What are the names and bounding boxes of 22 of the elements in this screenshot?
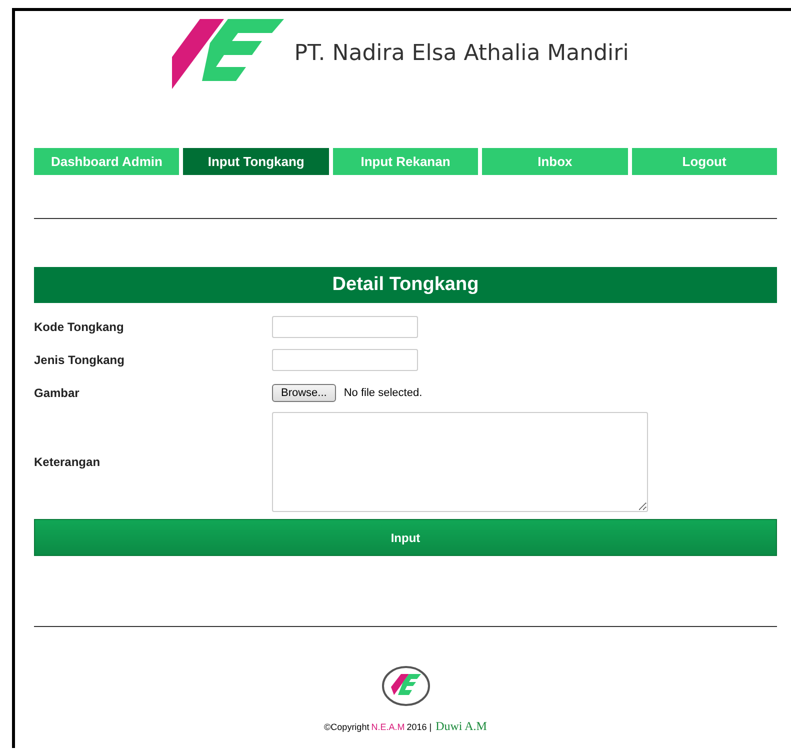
nav-tab[interactable]: Logout [632,148,778,175]
text-area[interactable] [272,412,648,512]
field-label: Kode Tongkang [34,320,125,334]
author-text: Duwi A.M [436,719,487,734]
file-status: No file selected. [344,386,422,398]
field-label: Jenis Tongkang [34,352,126,366]
browse-button[interactable]: Browse... [272,384,336,402]
copyright-text: ©Copyright [324,722,370,732]
submit-button[interactable]: Input [34,519,777,556]
brand-text: N.E.A.M [371,722,405,732]
nav-tab[interactable]: Input Tongkang [183,148,329,175]
field-label: Gambar [34,386,80,400]
section-header: Detail Tongkang [34,267,777,303]
year-text: 2016 | [406,722,432,732]
logo-icon [380,665,430,707]
nav-tab[interactable]: Dashboard Admin [34,148,180,175]
nav-tab[interactable]: Input Rekanan [332,148,478,175]
input-field[interactable] [272,316,418,338]
field-label: Keterangan [34,455,102,469]
nav-tab[interactable]: Inbox [482,148,628,175]
input-field[interactable] [272,348,418,370]
company-name: PT. Nadira Elsa Athalia Mandiri [294,40,629,66]
